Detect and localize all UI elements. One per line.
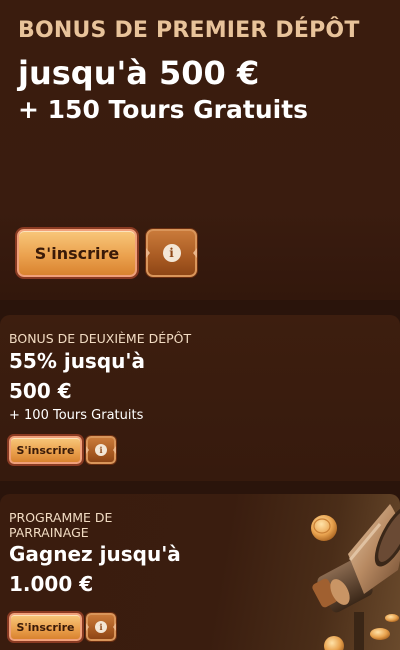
signup-button[interactable]: S'inscrire bbox=[9, 436, 82, 464]
coin-icon bbox=[370, 628, 390, 640]
left-notch-icon bbox=[86, 446, 89, 454]
coin-icon bbox=[324, 636, 344, 650]
promo-amount-line2: 1.000 € bbox=[9, 572, 94, 596]
promo-title-line2: PARRAINAGE bbox=[9, 525, 89, 540]
right-notch-icon bbox=[193, 248, 197, 258]
promo-title-line1: PROGRAMME DE bbox=[9, 510, 113, 525]
right-notch-icon bbox=[113, 623, 116, 631]
info-button[interactable]: i bbox=[86, 613, 116, 641]
promo-title: BONUS DE DEUXIÈME DÉPÔT bbox=[9, 331, 192, 346]
promo-amount-line1: 55% jusqu'à bbox=[9, 349, 146, 373]
right-notch-icon bbox=[113, 446, 116, 454]
info-icon: i bbox=[162, 244, 181, 262]
promotions-page: BONUS DE PREMIER DÉPÔT jusqu'à 500 € + 1… bbox=[0, 0, 400, 650]
info-button[interactable]: i bbox=[86, 436, 116, 464]
left-notch-icon bbox=[86, 623, 89, 631]
promo-free-spins: + 100 Tours Gratuits bbox=[9, 408, 144, 423]
signup-button[interactable]: S'inscrire bbox=[17, 229, 137, 277]
promo-amount: jusqu'à 500 € bbox=[18, 54, 260, 92]
referral-program-card: PROGRAMME DE PARRAINAGE Gagnez jusqu'à 1… bbox=[0, 494, 400, 650]
promo-amount-line1: Gagnez jusqu'à bbox=[9, 542, 181, 566]
info-icon: i bbox=[95, 621, 107, 633]
second-deposit-bonus-card: BONUS DE DEUXIÈME DÉPÔT 55% jusqu'à 500 … bbox=[0, 315, 400, 481]
promo-amount-line2: 500 € bbox=[9, 379, 72, 403]
left-notch-icon bbox=[146, 248, 150, 258]
info-button[interactable]: i bbox=[146, 229, 197, 277]
signup-button[interactable]: S'inscrire bbox=[9, 613, 82, 641]
promo-free-spins: + 150 Tours Gratuits bbox=[18, 95, 309, 124]
megaphone-coins-icon bbox=[311, 504, 400, 650]
promo-title: BONUS DE PREMIER DÉPÔT bbox=[18, 18, 360, 43]
coin-icon bbox=[385, 614, 399, 622]
first-deposit-bonus-card: BONUS DE PREMIER DÉPÔT jusqu'à 500 € + 1… bbox=[0, 0, 400, 300]
info-icon: i bbox=[95, 444, 107, 456]
